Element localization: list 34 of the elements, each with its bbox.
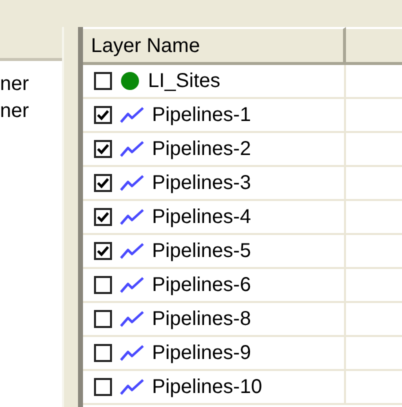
checkbox[interactable] (94, 174, 112, 192)
line-icon (119, 207, 145, 227)
table-cell-text: ner (0, 99, 30, 124)
column-header[interactable]: Layer Name (83, 27, 346, 65)
checkbox[interactable] (94, 208, 112, 226)
checkbox[interactable] (94, 140, 112, 158)
line-icon (119, 139, 145, 159)
splitter[interactable] (62, 27, 83, 407)
line-icon (119, 377, 145, 397)
layer-name: Pipelines-5 (152, 240, 251, 262)
line-icon (119, 309, 145, 329)
layer-name: Pipelines-8 (152, 308, 251, 330)
layer-name: Pipelines-10 (152, 376, 262, 398)
layer-name: Pipelines-1 (152, 104, 251, 126)
line-icon (119, 173, 145, 193)
checkbox[interactable] (94, 276, 112, 294)
layer-name: Pipelines-4 (152, 206, 251, 228)
line-icon (119, 105, 145, 125)
checkbox[interactable] (94, 72, 112, 90)
layer-name: LI_Sites (148, 70, 220, 92)
line-icon (119, 241, 145, 261)
table-cell-text: ner (0, 72, 30, 97)
checkbox[interactable] (94, 242, 112, 260)
layer-name: Pipelines-9 (152, 342, 251, 364)
layer-name: Pipelines-2 (152, 138, 251, 160)
line-icon (119, 343, 145, 363)
checkbox[interactable] (94, 310, 112, 328)
checkbox[interactable] (94, 344, 112, 362)
checkbox[interactable] (94, 106, 112, 124)
point-icon (119, 70, 141, 92)
layer-name: Pipelines-3 (152, 172, 251, 194)
layer-name: Pipelines-6 (152, 274, 251, 296)
line-icon (119, 275, 145, 295)
checkbox[interactable] (94, 378, 112, 396)
